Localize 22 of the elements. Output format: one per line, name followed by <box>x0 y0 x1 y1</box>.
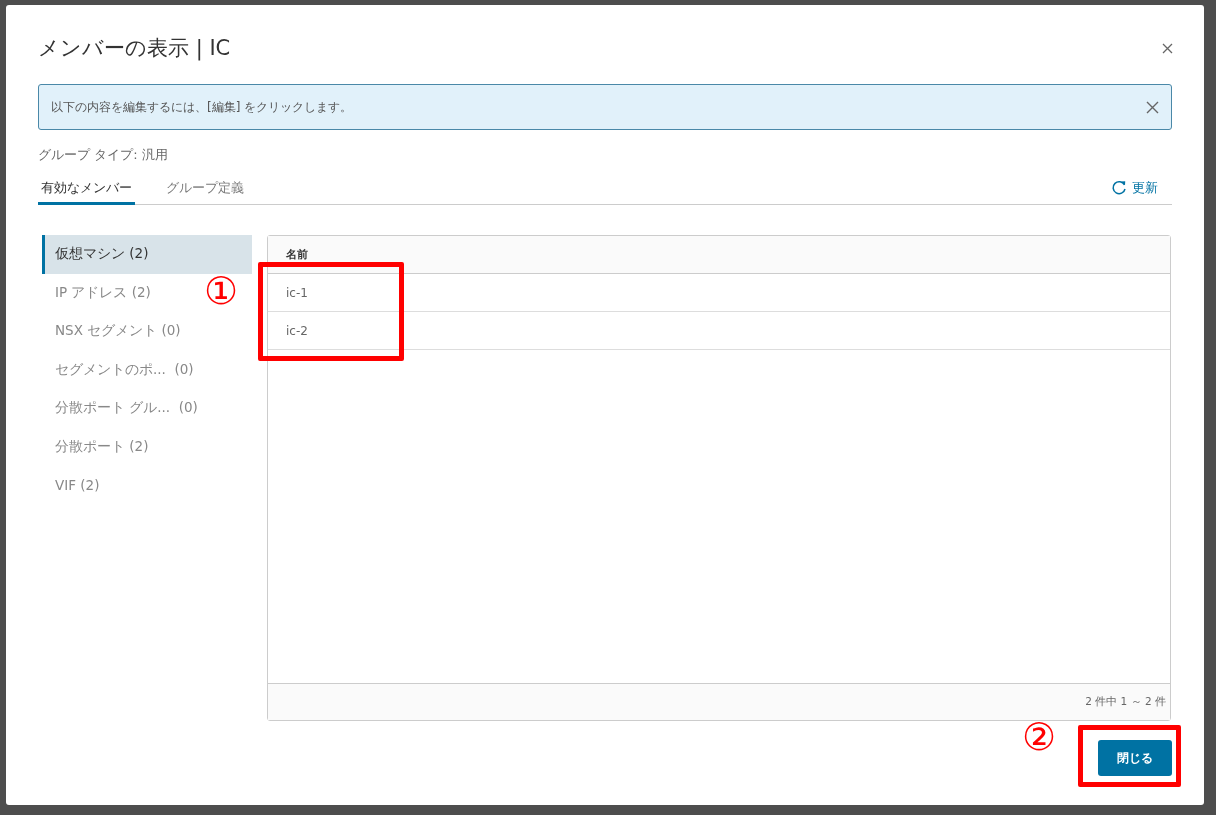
refresh-button[interactable]: 更新 <box>1111 179 1172 204</box>
column-header: 名前 <box>286 247 308 262</box>
dialog-title: メンバーの表示 | IC <box>38 35 231 62</box>
tab[interactable]: 有効なメンバー <box>38 179 135 205</box>
sidebar-item[interactable]: 分散ポート (2) <box>42 427 252 466</box>
callout-number: ① <box>204 272 239 310</box>
alert-message: 以下の内容を編集するには、[編集] をクリックします。 <box>51 98 353 116</box>
refresh-icon <box>1111 180 1127 196</box>
table-cell: ic-2 <box>286 323 308 338</box>
item-count: 2 件中 1 ～ 2 件 <box>1085 695 1166 709</box>
close-button[interactable]: 閉じる <box>1098 740 1172 776</box>
sidebar-item[interactable]: 仮想マシン (2) <box>42 235 252 274</box>
sidebar-item[interactable]: 分散ポート グル... (0) <box>42 389 252 428</box>
sidebar-item[interactable]: セグメントのポ... (0) <box>42 350 252 389</box>
sidebar-item[interactable]: VIF (2) <box>42 466 252 505</box>
sidebar-item[interactable]: NSX セグメント (0) <box>42 312 252 351</box>
group-type-label: グループ タイプ: 汎用 <box>38 146 169 164</box>
close-icon[interactable] <box>1162 42 1173 54</box>
tab[interactable]: グループ定義 <box>163 179 247 205</box>
table-cell: ic-1 <box>286 285 308 300</box>
callout-number: ② <box>1022 718 1057 756</box>
close-icon[interactable] <box>1146 100 1159 114</box>
